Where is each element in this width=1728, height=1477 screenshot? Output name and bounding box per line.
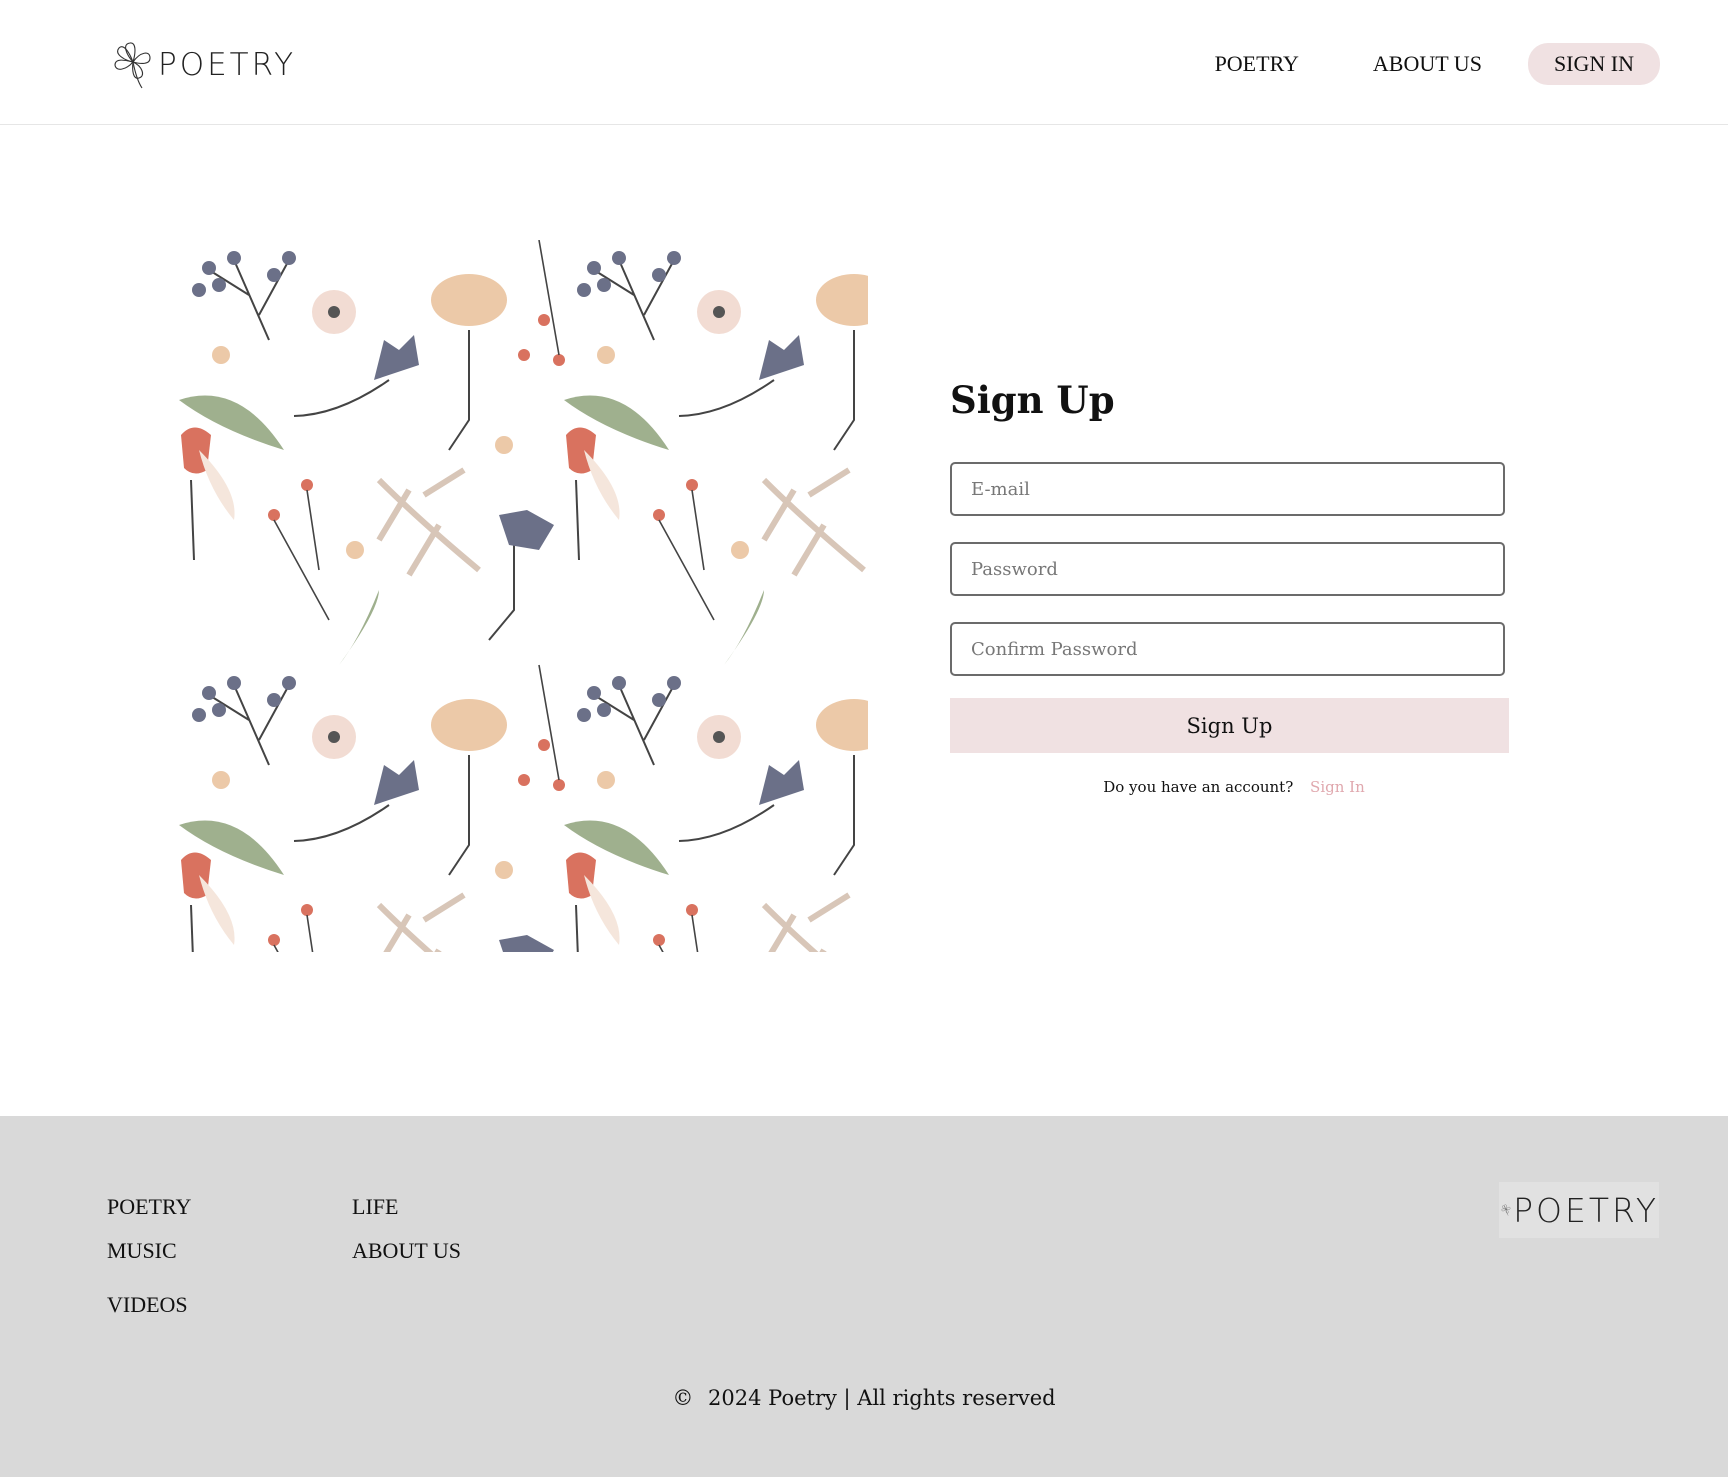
confirm-password-field[interactable] <box>950 622 1505 676</box>
copyright-notice: © 2024 Poetry | All rights reserved <box>0 1386 1728 1410</box>
copyright-text: 2024 Poetry | All rights reserved <box>708 1386 1056 1410</box>
main-nav: POETRY ABOUT US SIGN IN <box>1141 43 1660 85</box>
nav-poetry-link[interactable]: POETRY <box>1215 51 1299 77</box>
footer-logo[interactable]: POETRY <box>1499 1182 1659 1238</box>
site-footer: POETRY MUSIC VIDEOS LIFE ABOUT US POETRY… <box>0 1116 1728 1477</box>
account-question-text: Do you have an account? <box>1103 778 1294 796</box>
signup-form: Sign Up Sign Up Do you have an account? … <box>950 378 1510 796</box>
footer-link-music[interactable]: MUSIC <box>107 1238 177 1264</box>
signin-link[interactable]: Sign In <box>1310 778 1365 796</box>
password-field[interactable] <box>950 542 1505 596</box>
clover-flower-icon <box>1501 1204 1511 1216</box>
site-logo[interactable]: POETRY <box>112 40 296 90</box>
signup-title: Sign Up <box>950 378 1115 422</box>
signin-prompt: Do you have an account? Sign In <box>950 778 1510 796</box>
footer-link-life[interactable]: LIFE <box>352 1194 398 1220</box>
logo-wordmark: POETRY <box>158 47 297 83</box>
footer-link-about-us[interactable]: ABOUT US <box>352 1238 461 1264</box>
nav-sign-in-button[interactable]: SIGN IN <box>1527 43 1660 85</box>
site-header: POETRY POETRY ABOUT US SIGN IN <box>0 0 1728 125</box>
floral-pattern-image <box>179 240 868 952</box>
footer-link-videos[interactable]: VIDEOS <box>107 1292 188 1318</box>
copyright-symbol: © <box>672 1386 694 1410</box>
signup-submit-button[interactable]: Sign Up <box>950 698 1509 753</box>
email-field[interactable] <box>950 462 1505 516</box>
nav-about-us-link[interactable]: ABOUT US <box>1373 51 1482 77</box>
footer-logo-wordmark: POETRY <box>1513 1190 1659 1230</box>
footer-link-poetry[interactable]: POETRY <box>107 1194 191 1220</box>
clover-flower-icon <box>114 42 151 89</box>
